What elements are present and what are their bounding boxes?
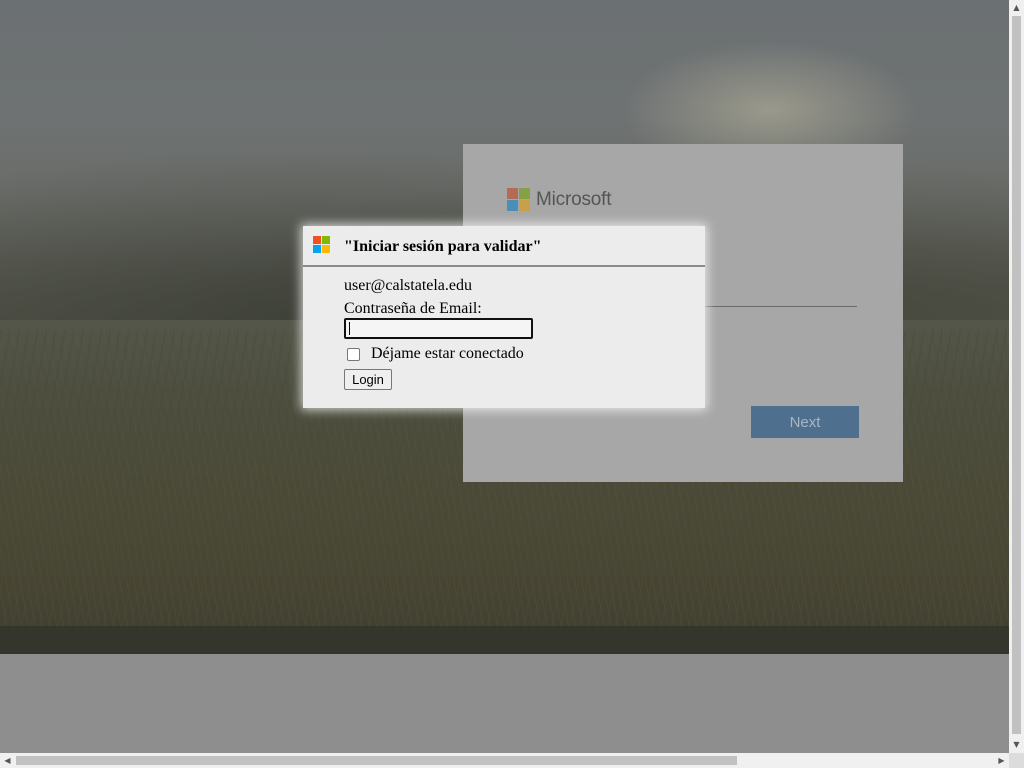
password-label: Contraseña de Email: [344,300,482,317]
password-input[interactable] [344,318,533,339]
remember-me-label[interactable]: Déjame estar conectado [371,345,524,363]
browser-viewport: Microsoft Next "Iniciar sesión para vali… [0,0,1009,753]
scroll-down-arrow-icon[interactable]: ▼ [1009,737,1024,752]
login-button[interactable]: Login [344,369,392,390]
account-email: user@calstatela.edu [344,277,473,294]
microsoft-logo-icon [313,236,330,253]
scrollbar-corner [1009,753,1024,768]
scroll-left-arrow-icon[interactable]: ◀ [0,753,15,768]
next-button[interactable]: Next [751,406,859,438]
dialog-header: "Iniciar sesión para validar" [303,226,705,267]
microsoft-logo-icon [507,188,530,211]
microsoft-logo: Microsoft [507,188,611,211]
dialog-title: "Iniciar sesión para validar" [344,238,542,255]
horizontal-scroll-thumb[interactable] [16,756,737,765]
vertical-scroll-thumb[interactable] [1012,16,1021,734]
text-caret [349,322,350,335]
scroll-right-arrow-icon[interactable]: ▶ [994,753,1009,768]
login-dialog: "Iniciar sesión para validar" user@calst… [303,226,705,408]
microsoft-logo-text: Microsoft [536,188,612,210]
horizontal-scrollbar[interactable]: ◀ ▶ [0,753,1009,768]
scroll-up-arrow-icon[interactable]: ▲ [1009,0,1024,15]
background-footer-band [0,626,1009,654]
vertical-scrollbar[interactable]: ▲ ▼ [1009,0,1024,753]
remember-me-checkbox[interactable] [347,347,360,361]
remember-me-row[interactable]: Déjame estar conectado [347,345,524,363]
